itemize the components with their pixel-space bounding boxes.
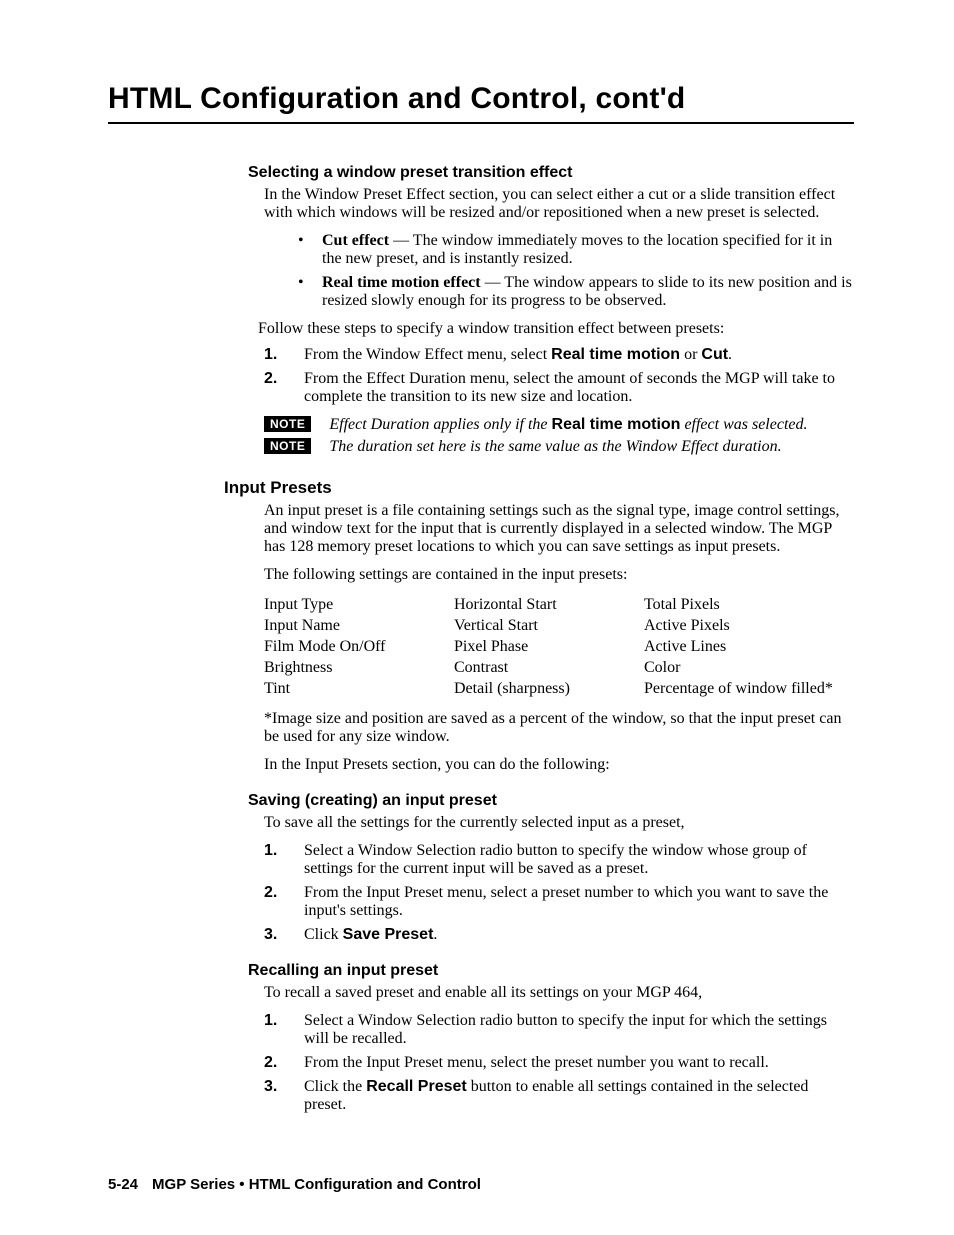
step-2: 2. From the Effect Duration menu, select…	[264, 370, 854, 406]
save-step-1: 1.Select a Window Selection radio button…	[264, 842, 854, 878]
intro-transition: In the Window Preset Effect section, you…	[264, 186, 854, 222]
realtime-effect-label: Real time motion effect	[322, 274, 481, 291]
note-1: NOTE Effect Duration applies only if the…	[264, 416, 854, 434]
subhead-saving: Saving (creating) an input preset	[248, 792, 854, 810]
note-2: NOTE The duration set here is the same v…	[264, 438, 854, 456]
input-presets-desc: An input preset is a file containing set…	[264, 502, 854, 556]
save-step-2: 2.From the Input Preset menu, select a p…	[264, 884, 854, 920]
steps-transition: 1. From the Window Effect menu, select R…	[264, 346, 854, 406]
note-badge: NOTE	[264, 438, 311, 454]
subhead-recalling: Recalling an input preset	[248, 962, 854, 980]
settings-table: Input Type Input Name Film Mode On/Off B…	[264, 594, 854, 700]
recall-step-3: 3.Click the Recall Preset button to enab…	[264, 1078, 854, 1114]
page-header: HTML Configuration and Control, cont'd	[108, 82, 854, 124]
recall-step-2: 2.From the Input Preset menu, select the…	[264, 1054, 854, 1072]
note-badge: NOTE	[264, 416, 311, 432]
steps-recalling: 1.Select a Window Selection radio button…	[264, 1012, 854, 1114]
saving-intro: To save all the settings for the current…	[264, 814, 854, 832]
asterisk-note: *Image size and position are saved as a …	[264, 710, 854, 746]
page-number: 5-24	[108, 1176, 138, 1193]
settings-col-2: Horizontal Start Vertical Start Pixel Ph…	[454, 594, 644, 700]
subhead-transition-effect: Selecting a window preset transition eff…	[248, 164, 854, 182]
cut-effect-label: Cut effect	[322, 232, 389, 249]
bullet-realtime: Real time motion effect — The window app…	[298, 274, 854, 310]
input-presets-following2: In the Input Presets section, you can do…	[264, 756, 854, 774]
footer-text: MGP Series • HTML Configuration and Cont…	[152, 1176, 481, 1193]
settings-col-3: Total Pixels Active Pixels Active Lines …	[644, 594, 874, 700]
bullet-list: Cut effect — The window immediately move…	[298, 232, 854, 310]
footer: 5-24 MGP Series • HTML Configuration and …	[108, 1176, 481, 1193]
save-step-3: 3.Click Save Preset.	[264, 926, 854, 944]
recall-step-1: 1.Select a Window Selection radio button…	[264, 1012, 854, 1048]
step-1: 1. From the Window Effect menu, select R…	[264, 346, 854, 364]
input-presets-following: The following settings are contained in …	[264, 566, 854, 584]
bullet-cut: Cut effect — The window immediately move…	[298, 232, 854, 268]
follow-steps: Follow these steps to specify a window t…	[258, 320, 854, 338]
settings-col-1: Input Type Input Name Film Mode On/Off B…	[264, 594, 454, 700]
page: HTML Configuration and Control, cont'd S…	[0, 0, 954, 1235]
recall-intro: To recall a saved preset and enable all …	[264, 984, 854, 1002]
section-input-presets: Input Presets	[224, 478, 854, 498]
steps-saving: 1.Select a Window Selection radio button…	[264, 842, 854, 944]
